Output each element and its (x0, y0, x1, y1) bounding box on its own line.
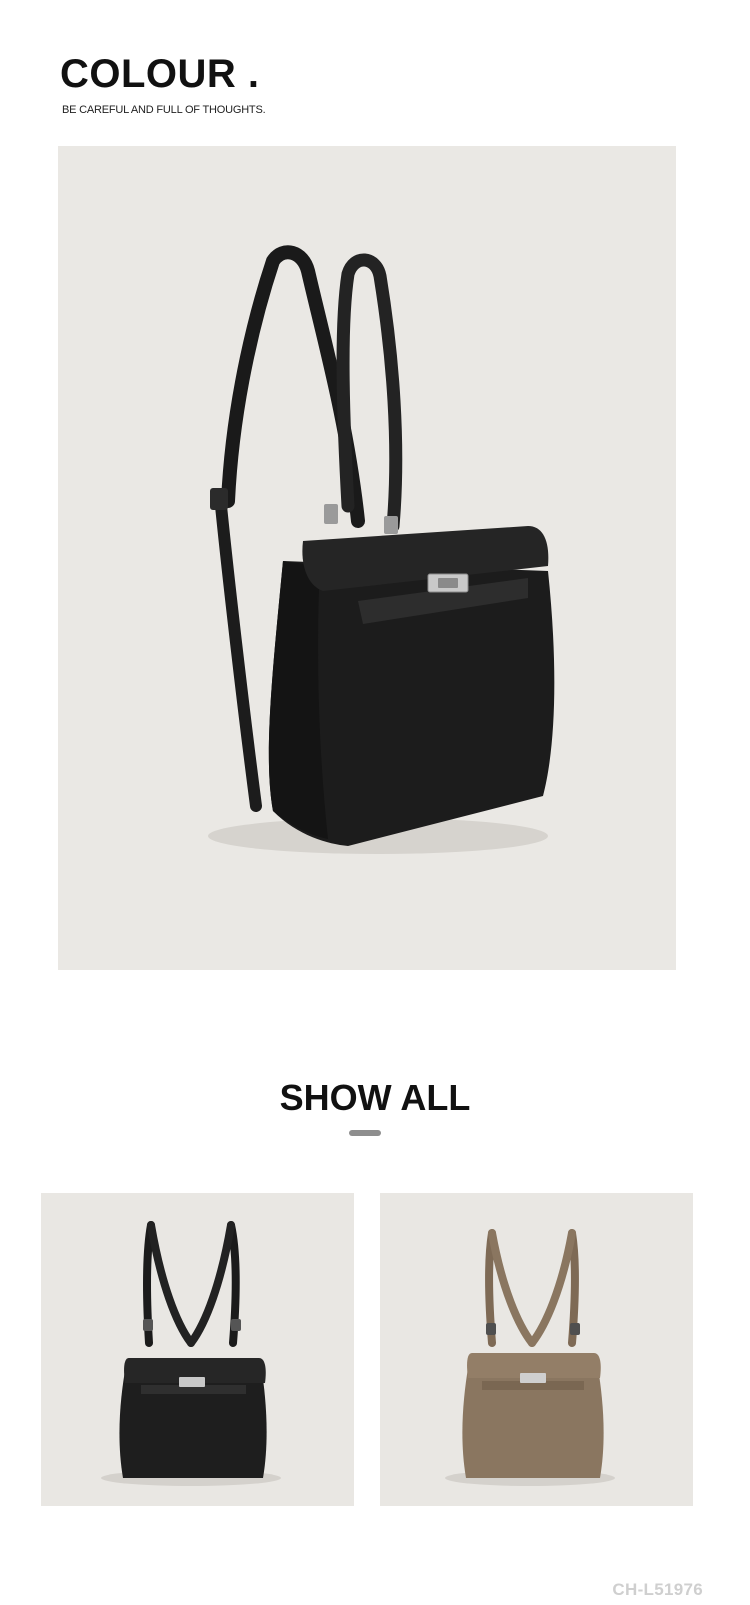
show-all-heading: SHOW ALL (279, 1077, 471, 1118)
page-title: COLOUR . (60, 52, 260, 96)
product-code: CH-L51976 (612, 1580, 703, 1599)
variant-taupe-image[interactable] (380, 1193, 693, 1506)
section-divider (349, 1130, 381, 1136)
variant-black-image[interactable] (41, 1193, 354, 1506)
page-subtitle: BE CAREFUL AND FULL OF THOUGHTS. (62, 104, 266, 116)
black-backpack-illustration (208, 245, 555, 854)
hero-product-image (58, 146, 676, 970)
black-backpack-thumbnail (101, 1221, 281, 1486)
taupe-backpack-thumbnail (445, 1229, 615, 1486)
